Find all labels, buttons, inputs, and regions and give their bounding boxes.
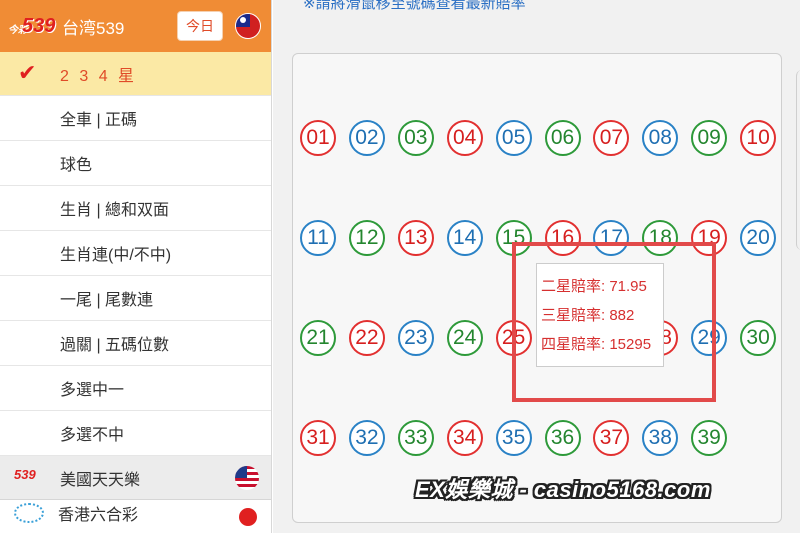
number-ball-36[interactable]: 36 — [544, 420, 581, 456]
number-ball-31[interactable]: 31 — [300, 420, 336, 456]
sidebar-item-full-car[interactable]: 全車 | 正碼 — [0, 96, 271, 141]
number-ball-06[interactable]: 06 — [544, 120, 581, 156]
odds-tooltip: 二星賠率: 71.95 三星賠率: 882 四星賠率: 15295 — [536, 263, 664, 367]
sidebar-item-234-star[interactable]: ✔ 2 3 4 星 — [0, 52, 271, 96]
sidebar-item-tail[interactable]: 一尾 | 尾數連 — [0, 276, 271, 321]
number-ball-21[interactable]: 21 — [300, 320, 336, 356]
sidebar-header: 今彩 539 台湾539 今日 — [0, 0, 271, 52]
number-ball-10[interactable]: 10 — [740, 120, 777, 156]
number-ball-02[interactable]: 02 — [348, 120, 385, 156]
number-ball-14[interactable]: 14 — [446, 220, 483, 256]
sidebar-item-label: 全車 | 正碼 — [60, 112, 138, 129]
tooltip-3-star-odds: 三星賠率: 882 — [541, 307, 635, 324]
game-logo-text: 539 — [14, 466, 36, 482]
usa-flag-icon — [235, 466, 259, 490]
sidebar-item-multi-hit-one[interactable]: 多選中一 — [0, 366, 271, 411]
number-ball-34[interactable]: 34 — [446, 420, 483, 456]
game-label: 香港六合彩 — [58, 507, 139, 524]
sidebar: 今彩 539 台湾539 今日 ✔ 2 3 4 星 全車 | 正碼 球色 生肖 … — [0, 0, 272, 533]
tooltip-2-star-odds: 二星賠率: 71.95 — [541, 278, 647, 295]
sidebar-item-label: 一尾 | 尾數連 — [60, 292, 154, 309]
number-ball-39[interactable]: 39 — [691, 420, 728, 456]
tooltip-4-star-odds: 四星賠率: 15295 — [541, 336, 652, 353]
sidebar-item-label: 過關 | 五碼位數 — [60, 337, 170, 354]
taiwan-flag-icon — [235, 13, 261, 39]
number-ball-13[interactable]: 13 — [397, 220, 434, 256]
sidebar-game-us-daily[interactable]: 539 美國天天樂 — [0, 456, 271, 500]
game-label: 美國天天樂 — [60, 471, 141, 489]
number-ball-23[interactable]: 23 — [397, 320, 434, 356]
today-button[interactable]: 今日 — [177, 11, 223, 41]
number-ball-35[interactable]: 35 — [495, 420, 532, 456]
number-ball-01[interactable]: 01 — [300, 120, 336, 156]
hover-hint-text: ※請將滑鼠移至號碼查看最新賠率 — [303, 0, 526, 12]
sidebar-item-label: 2 3 4 星 — [60, 67, 138, 85]
watermark: EX娛樂城 - casino5168.com — [415, 477, 711, 502]
number-ball-09[interactable]: 09 — [691, 120, 728, 156]
game-logo-icon: 539 — [14, 467, 48, 489]
sidebar-item-multi-miss[interactable]: 多選不中 — [0, 411, 271, 456]
sidebar-item-ball-color[interactable]: 球色 — [0, 141, 271, 186]
number-ball-03[interactable]: 03 — [397, 120, 434, 156]
lottery-539-logo: 今彩 539 — [8, 11, 56, 41]
number-ball-05[interactable]: 05 — [495, 120, 532, 156]
side-panel-edge — [796, 70, 800, 250]
sidebar-item-label: 多選不中 — [60, 427, 125, 444]
sidebar-item-label: 球色 — [60, 157, 93, 174]
sidebar-game-hk-mark-six[interactable]: 香港六合彩 — [0, 500, 271, 526]
number-ball-22[interactable]: 22 — [348, 320, 385, 356]
hk-lottery-logo-icon — [14, 503, 44, 523]
check-icon: ✔ — [18, 60, 37, 85]
notification-badge — [239, 508, 257, 526]
sidebar-item-label: 生肖 | 總和双面 — [60, 202, 170, 219]
sidebar-item-label: 多選中一 — [60, 382, 125, 399]
sidebar-title: 台湾539 — [62, 18, 125, 38]
number-ball-33[interactable]: 33 — [397, 420, 434, 456]
number-ball-11[interactable]: 11 — [300, 220, 336, 256]
number-ball-04[interactable]: 04 — [446, 120, 483, 156]
sidebar-item-zodiac-sum[interactable]: 生肖 | 總和双面 — [0, 186, 271, 231]
number-ball-30[interactable]: 30 — [740, 320, 777, 356]
number-ball-32[interactable]: 32 — [348, 420, 385, 456]
sidebar-item-label: 生肖連(中/不中) — [60, 247, 172, 264]
number-ball-24[interactable]: 24 — [446, 320, 483, 356]
sidebar-item-zodiac-link[interactable]: 生肖連(中/不中) — [0, 231, 271, 276]
number-ball-12[interactable]: 12 — [348, 220, 385, 256]
logo-number: 539 — [22, 15, 56, 37]
number-ball-20[interactable]: 20 — [740, 220, 777, 256]
sidebar-item-parlay[interactable]: 過關 | 五碼位數 — [0, 321, 271, 366]
